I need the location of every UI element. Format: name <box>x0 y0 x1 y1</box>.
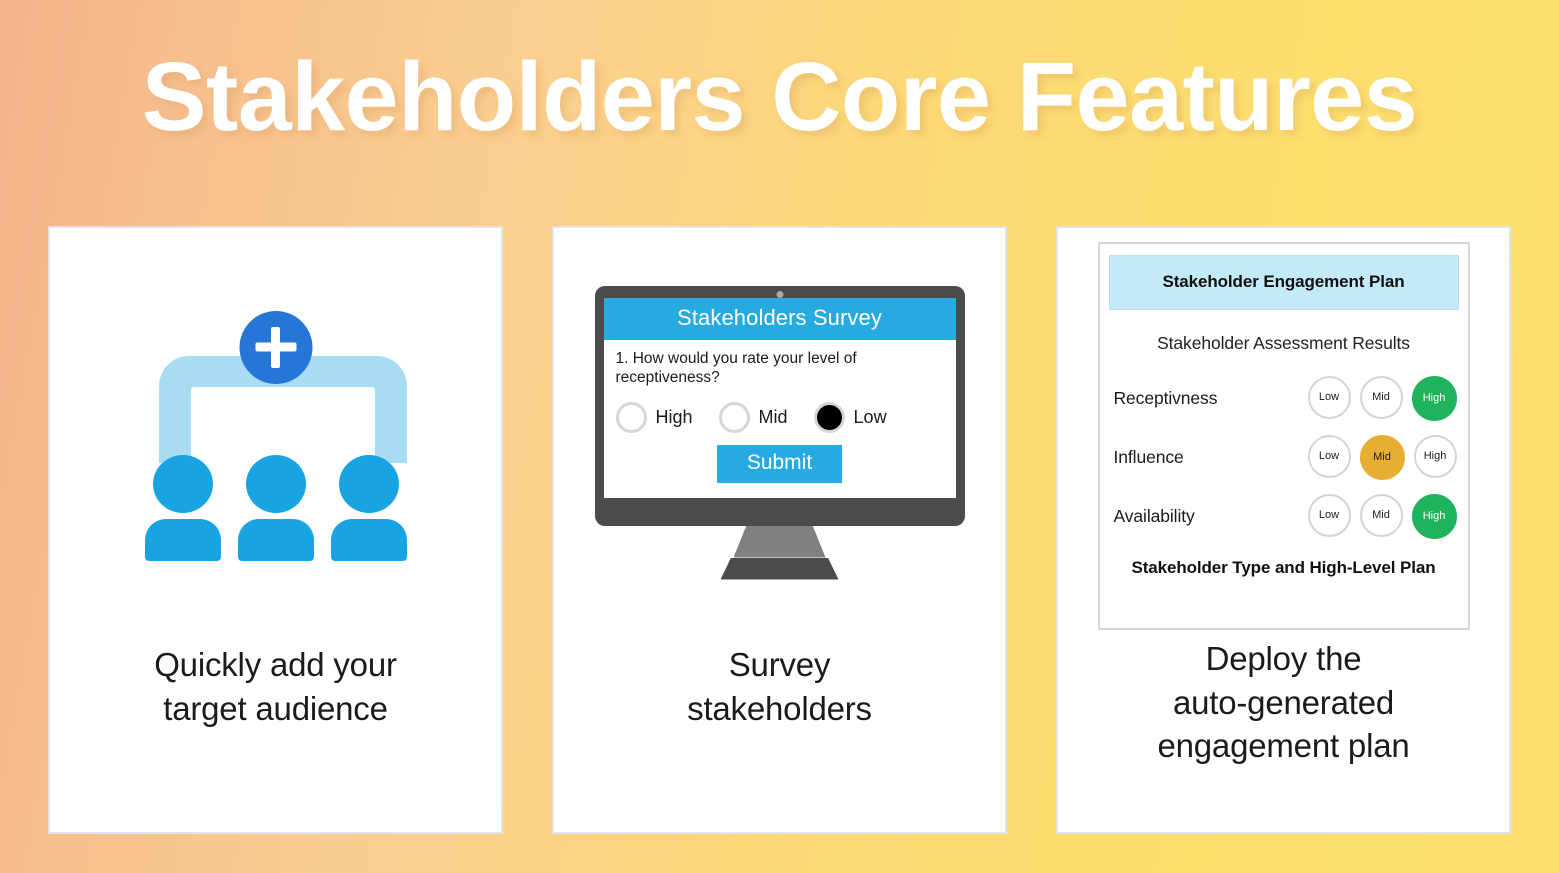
badge-low[interactable]: Low <box>1307 493 1351 537</box>
person-icon <box>144 454 221 561</box>
radio-icon-selected[interactable] <box>813 402 845 434</box>
document-icon: Stakeholder Engagement Plan Stakeholder … <box>1097 241 1470 630</box>
badge-high-selected[interactable]: High <box>1411 375 1457 421</box>
person-head <box>338 454 399 513</box>
badge-low[interactable]: Low <box>1307 434 1351 478</box>
radio-icon[interactable] <box>615 402 647 434</box>
badge-mid[interactable]: Mid <box>1359 493 1403 537</box>
plus-icon <box>239 310 312 384</box>
badge-mid[interactable]: Mid <box>1359 375 1403 419</box>
add-audience-icon <box>144 310 408 561</box>
card-caption-line: Survey <box>728 646 831 683</box>
card-caption-survey: Survey stakeholders <box>554 643 1005 730</box>
person-body <box>237 518 314 561</box>
survey-question: 1. How would you rate your level of rece… <box>615 349 857 387</box>
submit-row: Submit <box>616 445 944 484</box>
plan-row: Receptivness Low Mid High <box>1109 369 1459 428</box>
plan-header: Stakeholder Engagement Plan <box>1108 254 1459 310</box>
monitor-icon: Stakeholders Survey 1. How would you rat… <box>594 285 965 586</box>
feature-card-survey: Stakeholders Survey 1. How would you rat… <box>552 226 1007 834</box>
plan-row: Influence Low Mid High <box>1109 428 1459 487</box>
monitor-frame: Stakeholders Survey 1. How would you rat… <box>594 285 965 526</box>
card-visual-survey: Stakeholders Survey 1. How would you rat… <box>554 228 1005 643</box>
person-body <box>144 518 221 561</box>
plan-subtitle: Stakeholder Assessment Results <box>1157 332 1410 353</box>
badge-low[interactable]: Low <box>1307 375 1351 419</box>
card-caption-line: Deploy the <box>1205 640 1362 677</box>
monitor-stand-base <box>720 557 839 580</box>
submit-button[interactable]: Submit <box>716 445 843 484</box>
person-head <box>245 454 306 513</box>
page-title: Stakeholders Core Features <box>141 42 1418 151</box>
plan-row: Availability Low Mid High <box>1109 487 1459 546</box>
person-head <box>152 454 213 513</box>
survey-option-mid[interactable]: Mid <box>718 402 788 434</box>
feature-card-engagement-plan: Stakeholder Engagement Plan Stakeholder … <box>1056 226 1511 834</box>
plan-row-badges: Low Mid High <box>1307 375 1459 421</box>
plan-row-label: Availability <box>1113 505 1195 526</box>
card-caption-plan: Deploy the auto-generated engagement pla… <box>1058 637 1509 768</box>
survey-option-label: High <box>655 407 693 428</box>
person-icon <box>237 454 314 561</box>
plan-row-badges: Low Mid High <box>1307 434 1459 480</box>
card-caption-line: engagement plan <box>1157 727 1410 765</box>
person-body <box>330 518 407 561</box>
monitor-stand-neck <box>733 525 826 558</box>
survey-option-high[interactable]: High <box>615 402 693 434</box>
people-group <box>144 454 407 561</box>
plan-row-label: Receptivness <box>1113 387 1218 408</box>
plan-row-label: Influence <box>1113 446 1184 467</box>
radio-icon[interactable] <box>718 402 750 434</box>
card-caption-line: Quickly add your <box>154 646 397 683</box>
survey-option-label: Mid <box>758 407 788 428</box>
webcam-icon <box>776 290 783 298</box>
survey-header: Stakeholders Survey <box>603 297 956 340</box>
badge-mid-selected[interactable]: Mid <box>1359 434 1405 480</box>
plan-assessment-rows: Receptivness Low Mid High Influence Low … <box>1109 369 1459 546</box>
card-visual-add-audience <box>50 228 501 643</box>
card-caption-line: stakeholders <box>687 689 872 727</box>
card-visual-plan: Stakeholder Engagement Plan Stakeholder … <box>1058 228 1509 643</box>
badge-high[interactable]: High <box>1413 434 1457 478</box>
survey-body: 1. How would you rate your level of rece… <box>604 340 956 484</box>
card-caption-line: auto-generated <box>1172 683 1395 721</box>
person-icon <box>330 454 407 561</box>
plan-row-badges: Low Mid High <box>1307 493 1459 539</box>
survey-option-low[interactable]: Low <box>813 402 887 434</box>
plan-footer: Stakeholder Type and High-Level Plan <box>1131 557 1436 577</box>
survey-option-label: Low <box>853 407 887 428</box>
feature-card-row: Quickly add your target audience Stakeho… <box>48 226 1511 834</box>
feature-card-add-audience: Quickly add your target audience <box>48 226 503 834</box>
survey-radio-group: High Mid Low <box>615 402 944 434</box>
monitor-screen: Stakeholders Survey 1. How would you rat… <box>603 297 956 498</box>
card-caption-line: target audience <box>163 689 388 727</box>
card-caption-add-audience: Quickly add your target audience <box>50 643 501 730</box>
badge-high-selected[interactable]: High <box>1411 493 1457 539</box>
